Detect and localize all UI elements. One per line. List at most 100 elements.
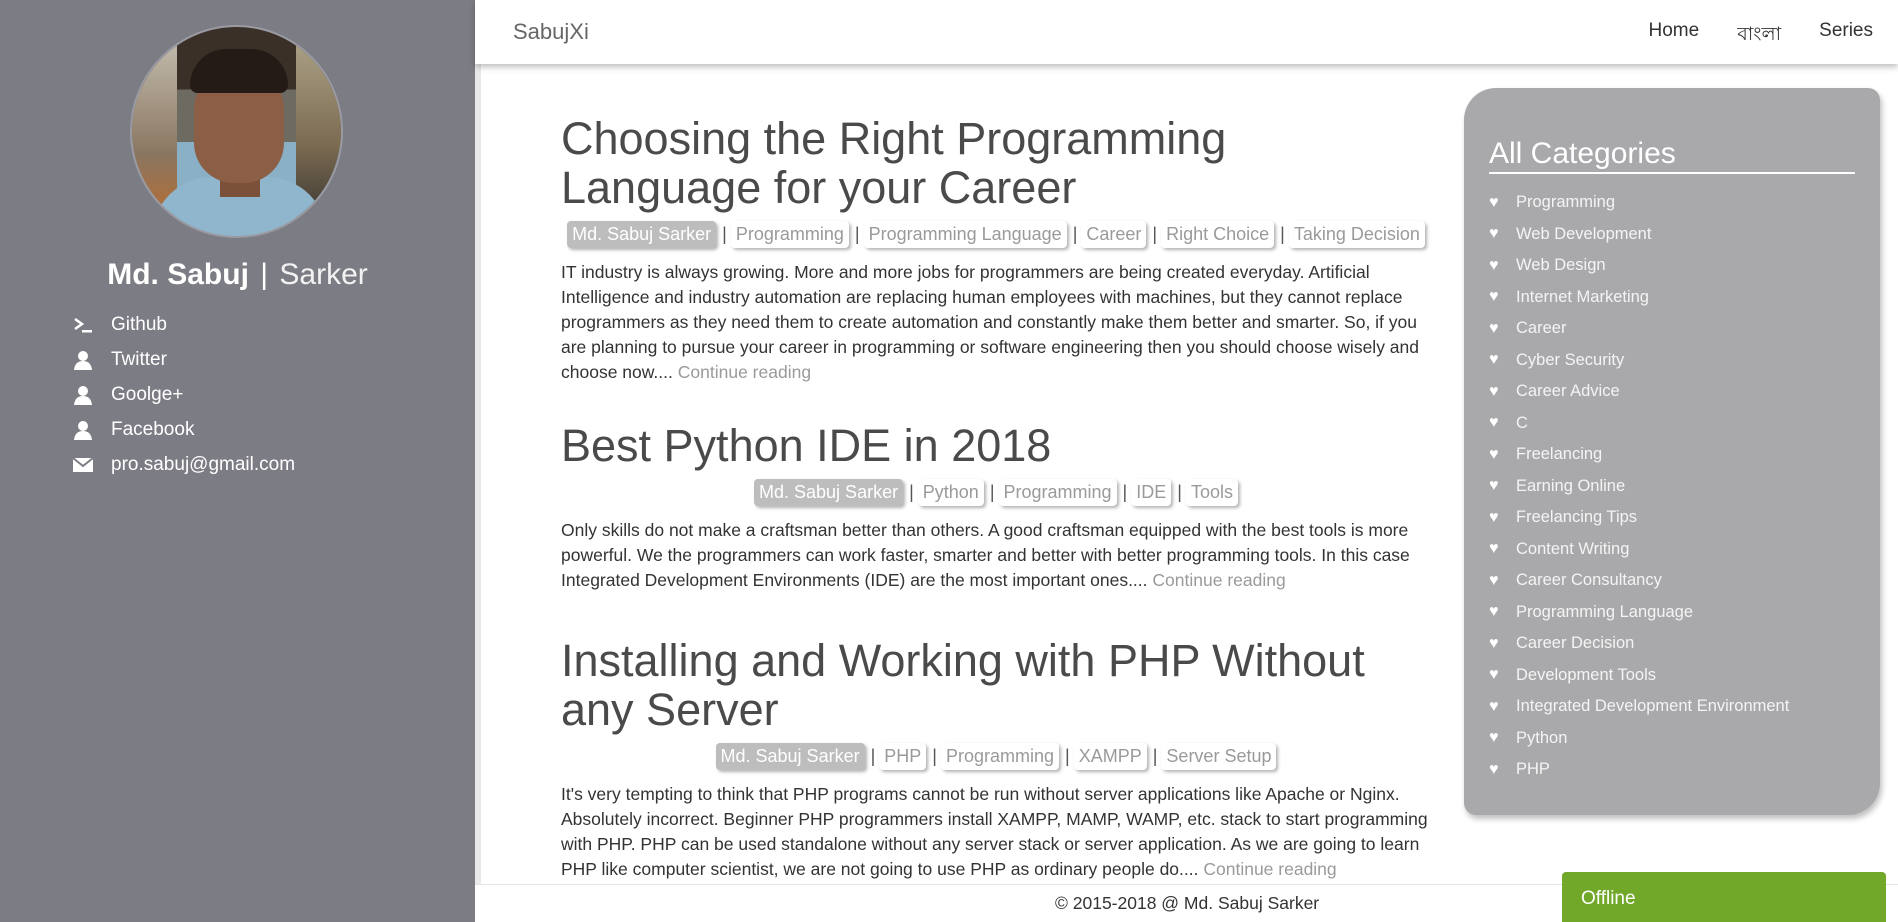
category-label: Programming xyxy=(1516,193,1616,212)
category-item[interactable]: ♥ Career Advice xyxy=(1489,376,1789,408)
category-item[interactable]: ♥ Programming xyxy=(1489,187,1789,219)
post-tag[interactable]: Right Choice xyxy=(1161,221,1275,248)
user-icon xyxy=(72,349,94,371)
category-item[interactable]: ♥ Cyber Security xyxy=(1489,345,1789,377)
contact-link-github[interactable]: Github xyxy=(72,307,295,342)
profile-sidebar: Md. Sabuj | Sarker Github Twitter Goolge… xyxy=(0,0,475,922)
nav-link-bangla[interactable]: বাংলা xyxy=(1737,20,1781,52)
category-item[interactable]: ♥ Web Development xyxy=(1489,219,1789,251)
post-tags: Md. Sabuj Sarker | PHP | Programming | XAMP… xyxy=(561,743,1431,770)
post-excerpt: It's very tempting to think that PHP pro… xyxy=(561,782,1431,882)
category-label: Development Tools xyxy=(1516,665,1657,684)
category-label: Career Consultancy xyxy=(1516,571,1662,590)
category-item[interactable]: ♥ Career Consultancy xyxy=(1489,565,1789,597)
contact-link-label: Facebook xyxy=(111,418,195,440)
heart-icon: ♥ xyxy=(1489,540,1499,558)
post-author-badge[interactable]: Md. Sabuj Sarker xyxy=(567,221,717,248)
top-navbar: SabujXi Home বাংলা Series xyxy=(475,0,1898,64)
user-icon xyxy=(72,419,94,441)
heart-icon: ♥ xyxy=(1489,760,1499,778)
nav-link-home[interactable]: Home xyxy=(1649,20,1700,52)
post-author-badge[interactable]: Md. Sabuj Sarker xyxy=(715,743,865,770)
user-icon xyxy=(72,384,94,406)
category-item[interactable]: ♥ Career Decision xyxy=(1489,628,1789,660)
category-item[interactable]: ♥ Freelancing xyxy=(1489,439,1789,471)
envelope-icon xyxy=(72,454,94,476)
category-item[interactable]: ♥ Integrated Development Environment xyxy=(1489,691,1789,723)
category-item[interactable]: ♥ Development Tools xyxy=(1489,660,1789,692)
post-title[interactable]: Choosing the Right Programming Language … xyxy=(561,114,1431,212)
category-label: Web Development xyxy=(1516,224,1652,243)
profile-last-name: Sarker xyxy=(279,258,368,291)
category-item[interactable]: ♥ Programming Language xyxy=(1489,597,1789,629)
category-item[interactable]: ♥ Internet Marketing xyxy=(1489,282,1789,314)
category-label: PHP xyxy=(1516,760,1550,779)
chat-offline-button[interactable]: Offline xyxy=(1562,872,1886,922)
category-item[interactable]: ♥ Freelancing Tips xyxy=(1489,502,1789,534)
post-item: Best Python IDE in 2018 Md. Sabuj Sarker… xyxy=(561,421,1431,593)
terminal-icon xyxy=(72,314,94,336)
contact-link-label: pro.sabuj@gmail.com xyxy=(111,453,296,475)
post-tag[interactable]: Tools xyxy=(1185,479,1238,506)
heart-icon: ♥ xyxy=(1489,225,1499,243)
post-author-badge[interactable]: Md. Sabuj Sarker xyxy=(754,479,904,506)
category-item[interactable]: ♥ Python xyxy=(1489,723,1789,755)
category-item[interactable]: ♥ C xyxy=(1489,408,1789,440)
copyright-text: © 2015-2018 @ Md. Sabuj Sarker xyxy=(1055,893,1320,913)
post-tag[interactable]: Server Setup xyxy=(1161,743,1277,770)
heart-icon: ♥ xyxy=(1489,634,1499,652)
category-item[interactable]: ♥ Earning Online xyxy=(1489,471,1789,503)
category-label: Web Design xyxy=(1516,256,1606,275)
profile-name-separator: | xyxy=(260,258,269,291)
heart-icon: ♥ xyxy=(1489,729,1499,747)
post-tag[interactable]: Programming Language xyxy=(863,221,1067,248)
brand-link[interactable]: SabujXi xyxy=(513,19,589,45)
post-item: Installing and Working with PHP Without … xyxy=(561,636,1431,882)
post-tag[interactable]: Programming xyxy=(998,479,1117,506)
categories-list: ♥ Programming ♥ Web Development ♥ Web Design ♥… xyxy=(1489,187,1789,786)
categories-title: All Categories xyxy=(1489,137,1855,174)
post-list: Choosing the Right Programming Language … xyxy=(475,64,1465,884)
post-excerpt: IT industry is always growing. More and … xyxy=(561,260,1431,385)
heart-icon: ♥ xyxy=(1489,256,1499,274)
post-tag[interactable]: Python xyxy=(917,479,984,506)
heart-icon: ♥ xyxy=(1489,571,1499,589)
category-item[interactable]: ♥ Web Design xyxy=(1489,250,1789,282)
post-title[interactable]: Installing and Working with PHP Without … xyxy=(561,636,1431,734)
contact-link-twitter[interactable]: Twitter xyxy=(72,342,295,377)
post-tags: Md. Sabuj Sarker | Python | Programming | I… xyxy=(561,479,1431,506)
category-label: Cyber Security xyxy=(1516,350,1625,369)
post-tag[interactable]: PHP xyxy=(879,743,927,770)
heart-icon: ♥ xyxy=(1489,382,1499,400)
contact-link-label: Twitter xyxy=(111,348,167,370)
heart-icon: ♥ xyxy=(1489,508,1499,526)
post-excerpt: Only skills do not make a craftsman bett… xyxy=(561,518,1431,593)
post-title[interactable]: Best Python IDE in 2018 xyxy=(561,421,1431,470)
contact-link-facebook[interactable]: Facebook xyxy=(72,412,295,447)
continue-reading-link[interactable]: Continue reading xyxy=(1152,570,1285,590)
post-tag[interactable]: IDE xyxy=(1131,479,1172,506)
post-tag[interactable]: XAMPP xyxy=(1073,743,1147,770)
category-label: C xyxy=(1516,413,1528,432)
post-tag[interactable]: Programming xyxy=(730,221,849,248)
post-tag[interactable]: Career xyxy=(1081,221,1147,248)
category-item[interactable]: ♥ PHP xyxy=(1489,754,1789,786)
contact-link-label: Github xyxy=(111,313,167,335)
post-tag[interactable]: Taking Decision xyxy=(1288,221,1425,248)
category-label: Career xyxy=(1516,319,1567,338)
contact-link-googleplus[interactable]: Goolge+ xyxy=(72,377,295,412)
category-label: Integrated Development Environment xyxy=(1516,697,1790,716)
heart-icon: ♥ xyxy=(1489,603,1499,621)
category-label: Internet Marketing xyxy=(1516,287,1649,306)
contact-link-email[interactable]: pro.sabuj@gmail.com xyxy=(72,447,295,482)
nav-link-series[interactable]: Series xyxy=(1819,20,1873,52)
heart-icon: ♥ xyxy=(1489,351,1499,369)
continue-reading-link[interactable]: Continue reading xyxy=(678,362,811,382)
continue-reading-link[interactable]: Continue reading xyxy=(1203,859,1336,879)
category-item[interactable]: ♥ Content Writing xyxy=(1489,534,1789,566)
heart-icon: ♥ xyxy=(1489,697,1499,715)
heart-icon: ♥ xyxy=(1489,414,1499,432)
category-item[interactable]: ♥ Career xyxy=(1489,313,1789,345)
nav-links: Home বাংলা Series xyxy=(1649,20,1873,52)
post-tag[interactable]: Programming xyxy=(940,743,1060,770)
